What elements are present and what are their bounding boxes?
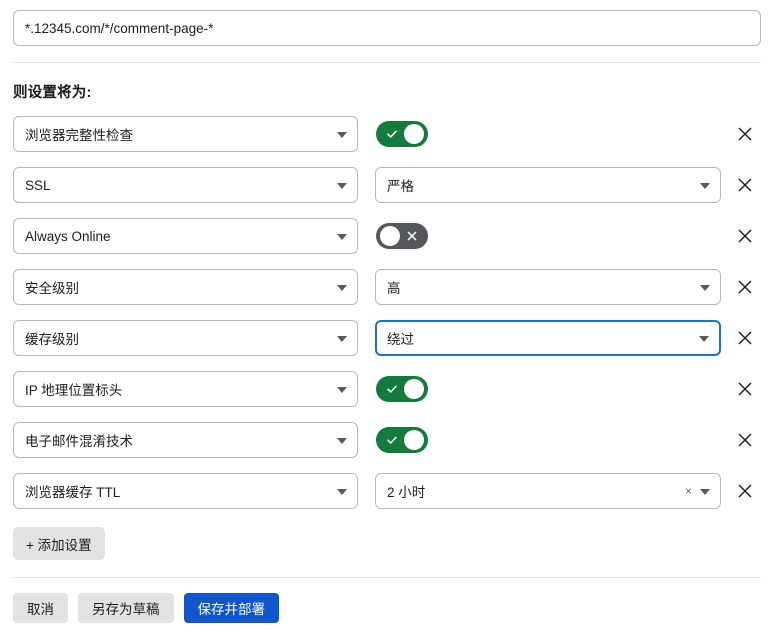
cancel-button[interactable]: 取消: [13, 593, 68, 623]
setting-name-select[interactable]: SSL: [13, 167, 358, 203]
check-icon: [379, 427, 405, 453]
setting-toggle-on[interactable]: [376, 376, 428, 402]
toggle-knob: [380, 226, 400, 246]
setting-toggle-on[interactable]: [376, 121, 428, 147]
toggle-knob: [404, 379, 424, 399]
setting-row: 浏览器缓存 TTL 2 小时 ×: [0, 473, 774, 524]
setting-row: 缓存级别 绕过: [0, 320, 774, 371]
setting-value-select[interactable]: 高: [375, 269, 721, 305]
chevron-down-icon: [337, 489, 347, 495]
setting-name-select[interactable]: 安全级别: [13, 269, 358, 305]
remove-setting-icon[interactable]: [735, 379, 755, 399]
setting-name-select[interactable]: 电子邮件混淆技术: [13, 422, 358, 458]
setting-row: 安全级别 高: [0, 269, 774, 320]
add-setting-button[interactable]: + 添加设置: [13, 527, 105, 560]
footer-actions: 取消 另存为草稿 保存并部署: [13, 593, 279, 623]
rule-settings-page: 则设置将为: 浏览器完整性检查 SSL 严格 Always Online 安全级别 高缓存…: [0, 0, 774, 637]
setting-name-label: 浏览器缓存 TTL: [25, 485, 121, 500]
chevron-down-icon: [700, 489, 710, 495]
toggle-knob: [404, 430, 424, 450]
check-icon: [379, 376, 405, 402]
remove-setting-icon[interactable]: [735, 277, 755, 297]
setting-name-label: IP 地理位置标头: [25, 383, 123, 398]
setting-value-select[interactable]: 绕过: [375, 320, 721, 356]
remove-setting-icon[interactable]: [735, 226, 755, 246]
setting-name-label: 浏览器完整性检查: [25, 128, 133, 143]
setting-row: Always Online: [0, 218, 774, 269]
setting-row: IP 地理位置标头: [0, 371, 774, 422]
setting-name-select[interactable]: 浏览器缓存 TTL: [13, 473, 358, 509]
setting-toggle-off[interactable]: [376, 223, 428, 249]
setting-row: SSL 严格: [0, 167, 774, 218]
chevron-down-icon: [337, 285, 347, 291]
toggle-knob: [404, 124, 424, 144]
divider-top: [13, 62, 761, 63]
settings-rows: 浏览器完整性检查 SSL 严格 Always Online 安全级别 高缓存级别 绕过 IP …: [0, 116, 774, 524]
chevron-down-icon: [700, 285, 710, 291]
setting-value-label: 高: [387, 281, 401, 296]
setting-name-select[interactable]: IP 地理位置标头: [13, 371, 358, 407]
remove-setting-icon[interactable]: [735, 430, 755, 450]
setting-row: 电子邮件混淆技术: [0, 422, 774, 473]
clear-value-icon[interactable]: ×: [685, 484, 692, 498]
chevron-down-icon: [337, 234, 347, 240]
chevron-down-icon: [700, 183, 710, 189]
setting-toggle-on[interactable]: [376, 427, 428, 453]
setting-name-label: 缓存级别: [25, 332, 79, 347]
save-and-deploy-button[interactable]: 保存并部署: [183, 593, 279, 623]
save-draft-button[interactable]: 另存为草稿: [78, 593, 174, 623]
remove-setting-icon[interactable]: [735, 124, 755, 144]
setting-name-label: Always Online: [25, 228, 111, 244]
remove-setting-icon[interactable]: [735, 328, 755, 348]
chevron-down-icon: [337, 183, 347, 189]
setting-name-label: 电子邮件混淆技术: [25, 434, 133, 449]
setting-value-label: 2 小时: [387, 485, 426, 500]
check-icon: [379, 121, 405, 147]
setting-value-label: 绕过: [387, 332, 414, 347]
divider-bottom: [13, 577, 761, 578]
section-title: 则设置将为:: [13, 85, 92, 101]
remove-setting-icon[interactable]: [735, 481, 755, 501]
chevron-down-icon: [699, 336, 709, 342]
setting-name-select[interactable]: 浏览器完整性检查: [13, 116, 358, 152]
chevron-down-icon: [337, 132, 347, 138]
close-icon: [399, 223, 425, 249]
chevron-down-icon: [337, 387, 347, 393]
setting-name-label: SSL: [25, 177, 51, 193]
chevron-down-icon: [337, 336, 347, 342]
url-pattern-input[interactable]: [13, 10, 761, 46]
setting-row: 浏览器完整性检查: [0, 116, 774, 167]
setting-name-label: 安全级别: [25, 281, 79, 296]
setting-value-select[interactable]: 2 小时 ×: [375, 473, 721, 509]
url-pattern-row: [13, 10, 761, 46]
remove-setting-icon[interactable]: [735, 175, 755, 195]
setting-value-select[interactable]: 严格: [375, 167, 721, 203]
setting-name-select[interactable]: 缓存级别: [13, 320, 358, 356]
setting-value-label: 严格: [387, 179, 414, 194]
setting-name-select[interactable]: Always Online: [13, 218, 358, 254]
chevron-down-icon: [337, 438, 347, 444]
